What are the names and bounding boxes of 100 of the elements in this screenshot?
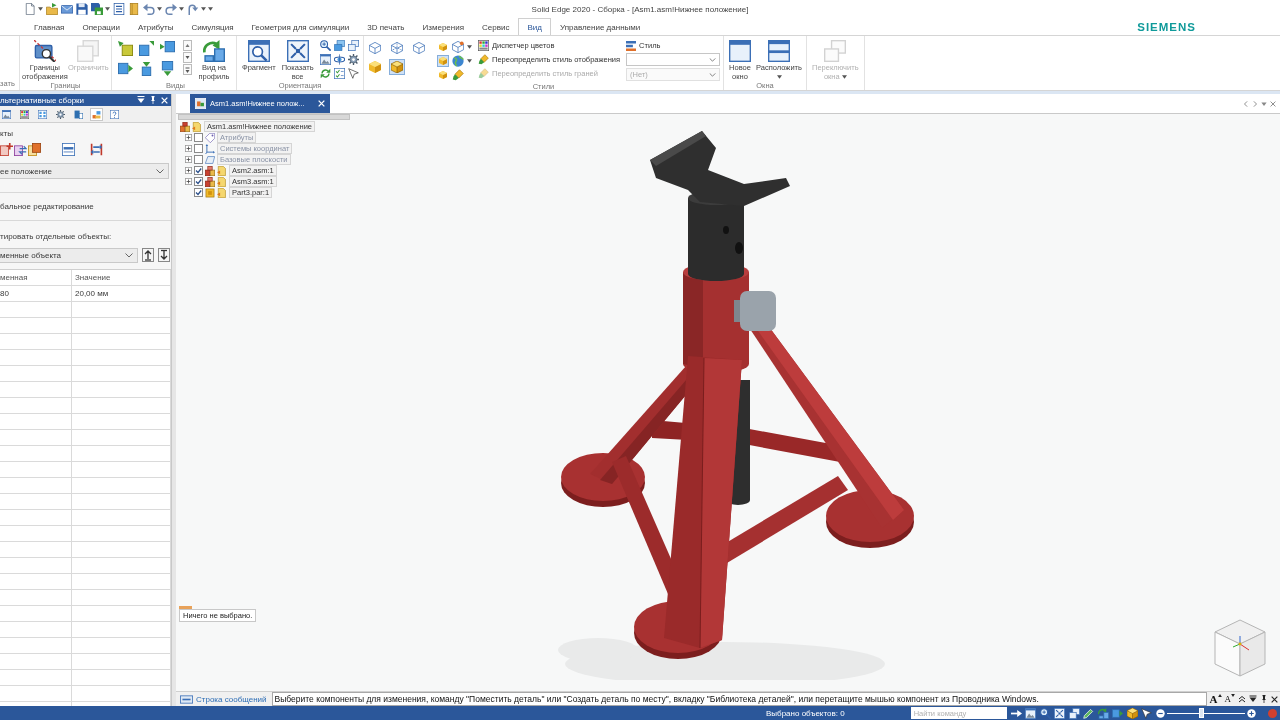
box-arrow-icon[interactable] [139, 41, 154, 56]
picture-window-icon[interactable] [0, 107, 13, 121]
wireframe-cube-icon[interactable] [367, 40, 383, 56]
ribbon-tab[interactable]: Сервис [473, 18, 519, 35]
zoom-slider[interactable] [1167, 708, 1246, 718]
checkbox[interactable] [194, 133, 203, 142]
caret-icon[interactable] [105, 7, 110, 11]
checklist-icon[interactable] [333, 68, 345, 79]
stacked-blocks-icon[interactable] [90, 107, 103, 121]
cube-icon[interactable] [389, 59, 405, 75]
expand-all-icon[interactable] [142, 248, 154, 262]
pin-icon[interactable] [1260, 695, 1268, 703]
message-panel-icon [180, 694, 193, 704]
expand-icon[interactable] [185, 167, 192, 174]
cube-icon[interactable] [437, 69, 449, 81]
gear-icon[interactable] [347, 54, 359, 65]
pin-icon[interactable] [149, 96, 157, 104]
ribbon-tab[interactable]: 3D печать [358, 18, 414, 35]
checkbox[interactable] [194, 166, 203, 175]
windows-icon[interactable] [1068, 707, 1080, 719]
ribbon-tab[interactable]: Операции [73, 18, 129, 35]
cube-icon[interactable] [437, 41, 449, 53]
box-arrow-icon[interactable] [118, 61, 133, 76]
hook-arrow-icon[interactable] [187, 3, 199, 15]
font-size-button[interactable]: A [1224, 693, 1235, 705]
box-arrow-icon[interactable] [139, 61, 154, 76]
wireframe-cube-icon[interactable] [411, 40, 427, 56]
globe-icon[interactable] [452, 55, 464, 67]
ribbon-tab[interactable]: Симуляция [182, 18, 243, 35]
checkbox[interactable] [194, 155, 203, 164]
picture-window-icon[interactable] [1025, 707, 1037, 719]
open-folder-icon[interactable] [46, 3, 58, 15]
wireframe-cube-icon[interactable] [452, 41, 464, 53]
book-icon[interactable] [128, 3, 140, 15]
envelope-icon[interactable] [61, 3, 73, 15]
cube-icon[interactable] [367, 59, 383, 75]
rotate-box-icon[interactable] [1097, 707, 1109, 719]
gallery-more-icon[interactable] [183, 64, 192, 75]
caret-icon[interactable] [467, 45, 472, 49]
picture-window-icon[interactable] [319, 54, 331, 65]
zoom-in-icon[interactable] [1247, 708, 1257, 718]
wireframe-cube-icon[interactable] [389, 40, 405, 56]
undo-icon[interactable] [143, 3, 155, 15]
layers-icon[interactable] [333, 40, 345, 51]
rotate-arrows-icon[interactable] [319, 68, 331, 79]
zoom-out-icon[interactable] [1156, 708, 1166, 718]
ribbon-tab[interactable]: Геометрия для симуляции [242, 18, 359, 35]
caret-icon[interactable] [1261, 100, 1267, 107]
dropdown-menu-icon[interactable] [137, 96, 145, 104]
arrow-right-icon[interactable] [1010, 707, 1022, 719]
objects-dropdown[interactable]: менные объекта [0, 247, 138, 263]
assembly-document-icon[interactable] [28, 143, 41, 156]
ribbon-tab[interactable]: Управление данными [550, 18, 650, 35]
position-dropdown[interactable]: ее положение [0, 163, 169, 179]
zoom-fit-icon[interactable] [1054, 707, 1066, 719]
split-arrows-icon[interactable] [90, 143, 103, 156]
ribbon-tab[interactable]: Атрибуты [128, 18, 183, 35]
redo-icon[interactable] [165, 3, 177, 15]
caret-icon[interactable] [467, 59, 472, 63]
help-icon[interactable] [108, 107, 121, 121]
close-icon[interactable] [1271, 695, 1278, 703]
color-grid-icon[interactable] [18, 107, 31, 121]
expand-icon[interactable] [185, 156, 192, 163]
floppy-disks-icon[interactable] [91, 3, 103, 15]
cube-icon[interactable] [1126, 707, 1138, 719]
caret-icon[interactable] [38, 7, 43, 11]
expand-icon[interactable] [185, 145, 192, 152]
ribbon-tab[interactable]: Вид [518, 18, 551, 35]
checkbox[interactable] [194, 188, 203, 197]
orbit-icon[interactable] [333, 54, 345, 65]
document-icon[interactable] [24, 3, 36, 15]
cursor-icon[interactable] [347, 68, 359, 79]
list-icon[interactable] [113, 3, 125, 15]
slider-thumb[interactable] [1199, 708, 1205, 718]
collapse-all-icon[interactable] [158, 248, 170, 262]
paint-brush-icon[interactable] [452, 69, 464, 81]
expand-icon[interactable] [185, 178, 192, 185]
box-arrow-icon[interactable] [160, 61, 175, 76]
checkbox[interactable] [194, 177, 203, 186]
magnifier-plus-icon[interactable] [319, 40, 331, 51]
font-size-button[interactable]: A [1209, 693, 1222, 705]
edit-label: тировать отдельные объекты: [0, 231, 113, 243]
pane-grip[interactable] [178, 114, 350, 120]
caret-icon[interactable] [157, 7, 162, 11]
ribbon-tab[interactable]: Измерения [413, 18, 474, 35]
grid-icon[interactable] [36, 107, 49, 121]
scroll-up-icon[interactable] [183, 40, 192, 51]
assembly-swap-icon[interactable] [14, 143, 27, 156]
gear-icon[interactable] [54, 107, 67, 121]
scroll-down-icon[interactable] [183, 52, 192, 63]
list-window-icon[interactable] [62, 143, 75, 156]
checkbox[interactable] [194, 144, 203, 153]
caret-icon[interactable] [179, 7, 184, 11]
expand-icon[interactable] [185, 134, 192, 141]
triangle-down-icon[interactable] [1249, 695, 1257, 703]
windows-icon[interactable] [347, 40, 359, 51]
ribbon-tab[interactable]: Главная [25, 18, 74, 35]
magnifier-plus-icon[interactable] [1039, 707, 1051, 719]
double-chevron-up-icon[interactable] [1238, 695, 1246, 703]
assembly-add-icon[interactable] [0, 143, 13, 156]
